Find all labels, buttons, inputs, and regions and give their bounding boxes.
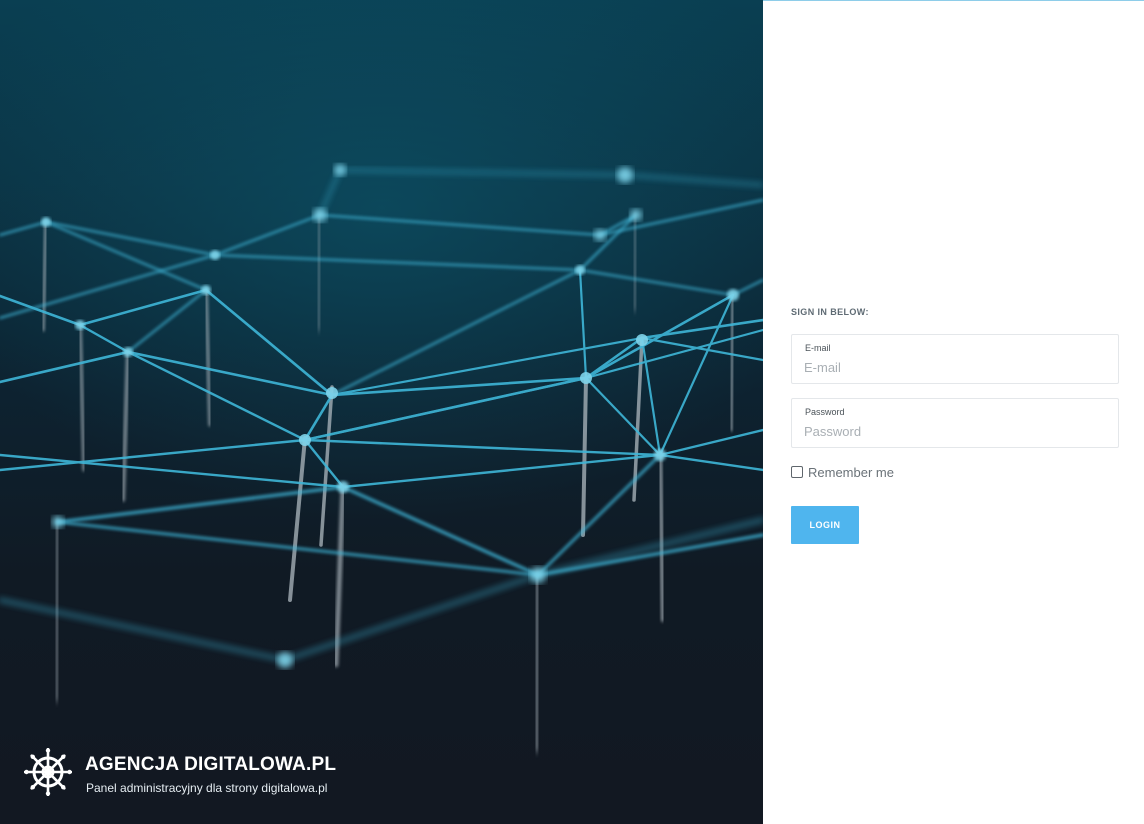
- login-button[interactable]: LOGIN: [791, 506, 859, 544]
- form-heading: SIGN IN BELOW:: [791, 307, 869, 317]
- hero-image: AGENCJA DIGITALOWA.PL Panel administracy…: [0, 0, 763, 824]
- network-pins-image: [0, 0, 763, 753]
- login-panel: SIGN IN BELOW: E-mail Password Remember …: [763, 0, 1144, 824]
- email-field[interactable]: E-mail: [791, 334, 1119, 384]
- remember-me[interactable]: Remember me: [791, 465, 1119, 482]
- password-input[interactable]: [804, 422, 1104, 440]
- email-label: E-mail: [805, 343, 831, 353]
- remember-me-checkbox[interactable]: [791, 466, 803, 478]
- login-form: SIGN IN BELOW: E-mail Password Remember …: [791, 307, 1119, 544]
- password-label: Password: [805, 407, 845, 417]
- brand-title: AGENCJA DIGITALOWA.PL: [85, 754, 337, 775]
- brand-subtitle: Panel administracyjny dla strony digital…: [86, 781, 328, 795]
- ship-wheel-icon: [24, 748, 72, 796]
- password-field[interactable]: Password: [791, 398, 1119, 448]
- remember-me-label[interactable]: Remember me: [808, 465, 894, 480]
- email-input[interactable]: [804, 358, 1104, 376]
